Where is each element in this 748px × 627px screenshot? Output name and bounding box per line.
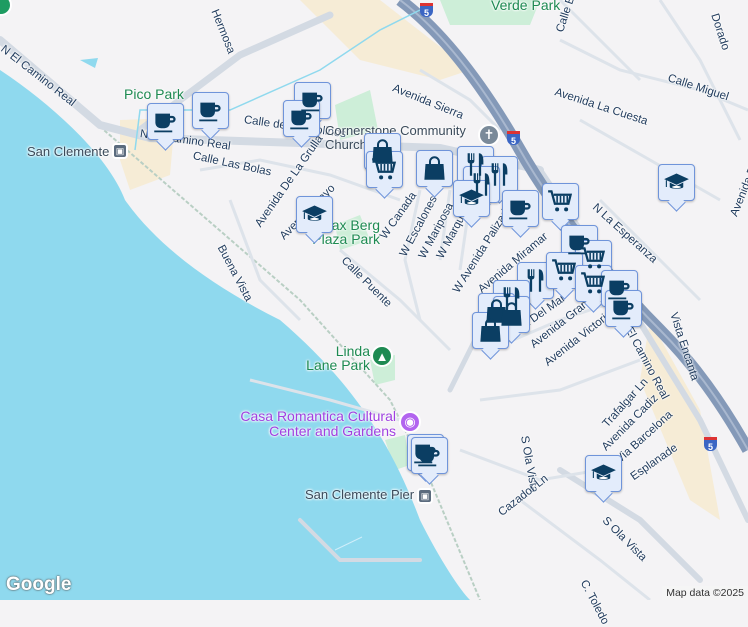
place-label-casa-romantica: Casa Romantica Cultural Center and Garde… [240, 408, 396, 439]
shopping-bag-marker[interactable] [472, 312, 509, 349]
graduation-cap-icon [590, 460, 617, 487]
coffee-icon [152, 108, 179, 135]
park-label-verde-park: Verde Park [491, 0, 561, 13]
coffee-icon [288, 105, 315, 132]
place-label-san-clemente: San Clemente [27, 144, 110, 159]
school-marker[interactable] [585, 455, 622, 492]
park-tree-icon[interactable]: ▲ [371, 345, 393, 367]
coffee-icon [197, 97, 224, 124]
church-icon[interactable]: ✝ [478, 124, 500, 146]
graduation-cap-icon [301, 201, 328, 228]
coffee-marker[interactable] [192, 92, 229, 129]
coffee-marker[interactable] [147, 103, 184, 140]
interstate-5-shield-icon: 5 [507, 131, 520, 146]
fork-knife-icon [522, 267, 549, 294]
coffee-marker[interactable] [283, 100, 320, 137]
coffee-marker[interactable] [411, 437, 448, 474]
shopping-cart-icon [580, 270, 607, 297]
coffee-marker[interactable] [502, 190, 539, 227]
place-label-san-clemente-pier: San Clemente Pier [305, 487, 415, 502]
train-station-icon[interactable]: ▣ [417, 488, 433, 504]
shopping-cart-icon [371, 156, 398, 183]
coffee-icon [507, 195, 534, 222]
interstate-5-shield-icon: 5 [420, 3, 433, 18]
coffee-marker[interactable] [605, 290, 642, 327]
shopping-cart-icon [580, 245, 607, 272]
museum-camera-icon[interactable]: ◉ [399, 411, 421, 433]
coffee-icon [416, 442, 443, 469]
shopping-cart-icon [547, 188, 574, 215]
grocery-cart-marker[interactable] [546, 252, 583, 289]
shopping-bag-marker[interactable] [416, 150, 453, 187]
graduation-cap-icon [663, 169, 690, 196]
shopping-bag-icon [421, 155, 448, 182]
grocery-cart-marker[interactable] [542, 183, 579, 220]
grocery-cart-marker[interactable] [366, 151, 403, 188]
google-logo[interactable]: Google [6, 574, 71, 596]
graduation-cap-icon [458, 185, 485, 212]
shopping-bag-icon [477, 317, 504, 344]
park-label-linda-lane: Linda Lane Park [306, 343, 370, 373]
map-attribution[interactable]: Map data ©2025 [662, 586, 748, 600]
coffee-icon [610, 295, 637, 322]
interstate-5-shield-icon: 5 [704, 437, 717, 452]
school-marker[interactable] [453, 180, 490, 217]
train-station-icon[interactable]: ▣ [112, 143, 128, 159]
school-marker[interactable] [296, 196, 333, 233]
school-marker[interactable] [658, 164, 695, 201]
park-label-pico-park: Pico Park [124, 86, 184, 102]
shopping-cart-icon [551, 257, 578, 284]
